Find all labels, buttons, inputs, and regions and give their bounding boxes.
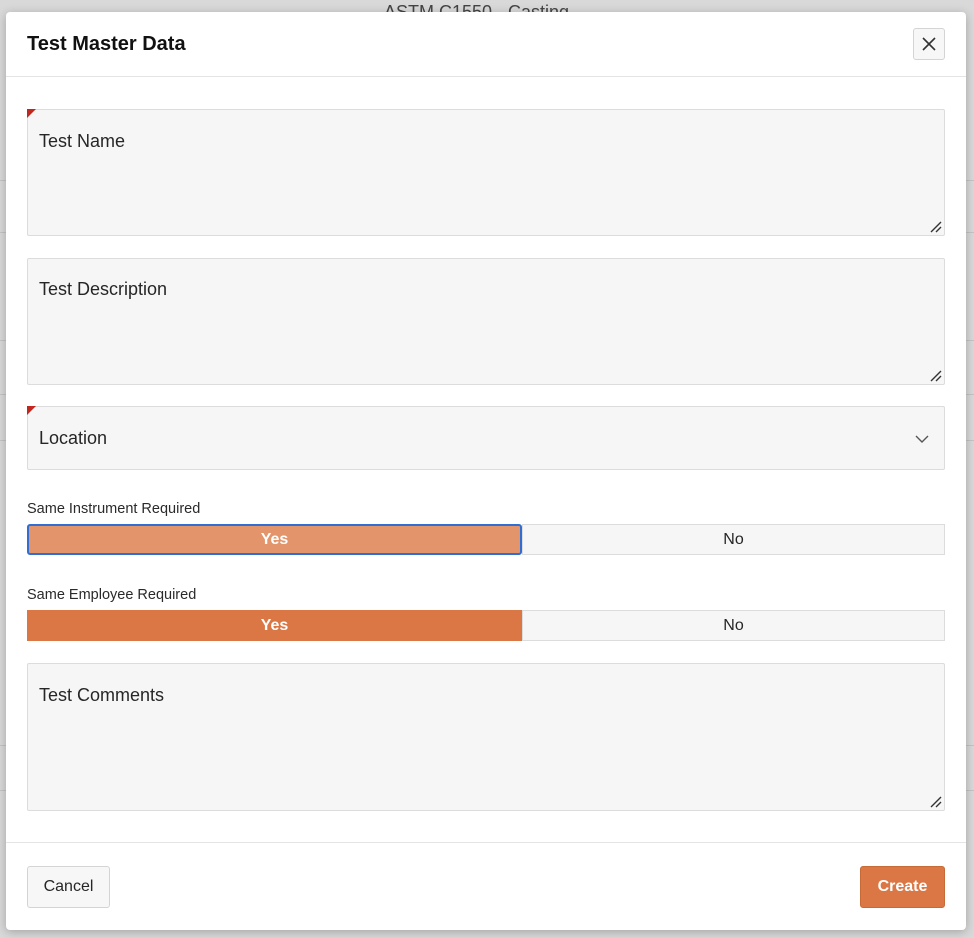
same-employee-toggle: Yes No [27,610,945,641]
dialog-title: Test Master Data [27,33,186,55]
resize-handle-icon[interactable] [928,219,942,233]
same-employee-yes-option[interactable]: Yes [27,610,522,641]
resize-handle-icon[interactable] [928,368,942,382]
same-instrument-yes-option[interactable]: Yes [27,524,522,555]
test-comments-field[interactable]: Test Comments [27,663,945,811]
location-select[interactable]: Location [27,406,945,470]
test-description-label: Test Description [39,279,168,299]
close-button[interactable] [913,28,945,60]
create-button[interactable]: Create [860,866,945,908]
required-indicator [27,406,36,415]
dialog-footer: Cancel Create [6,842,966,930]
test-name-field[interactable]: Test Name [27,109,945,236]
test-description-field[interactable]: Test Description [27,258,945,385]
close-icon [922,37,936,51]
dialog-header: Test Master Data [6,12,966,77]
test-comments-label: Test Comments [39,685,165,705]
cancel-button[interactable]: Cancel [27,866,110,908]
test-name-label: Test Name [39,131,126,151]
test-master-data-dialog: Test Master Data Test Name Test Descript… [6,12,966,930]
same-instrument-label: Same Instrument Required [27,501,201,517]
chevron-down-icon [915,435,929,443]
same-employee-label: Same Employee Required [27,587,197,603]
location-label: Location [39,428,108,448]
required-indicator [27,109,36,118]
same-employee-no-option[interactable]: No [522,610,945,641]
same-instrument-no-option[interactable]: No [522,524,945,555]
same-instrument-toggle: Yes No [27,524,945,555]
resize-handle-icon[interactable] [928,794,942,808]
